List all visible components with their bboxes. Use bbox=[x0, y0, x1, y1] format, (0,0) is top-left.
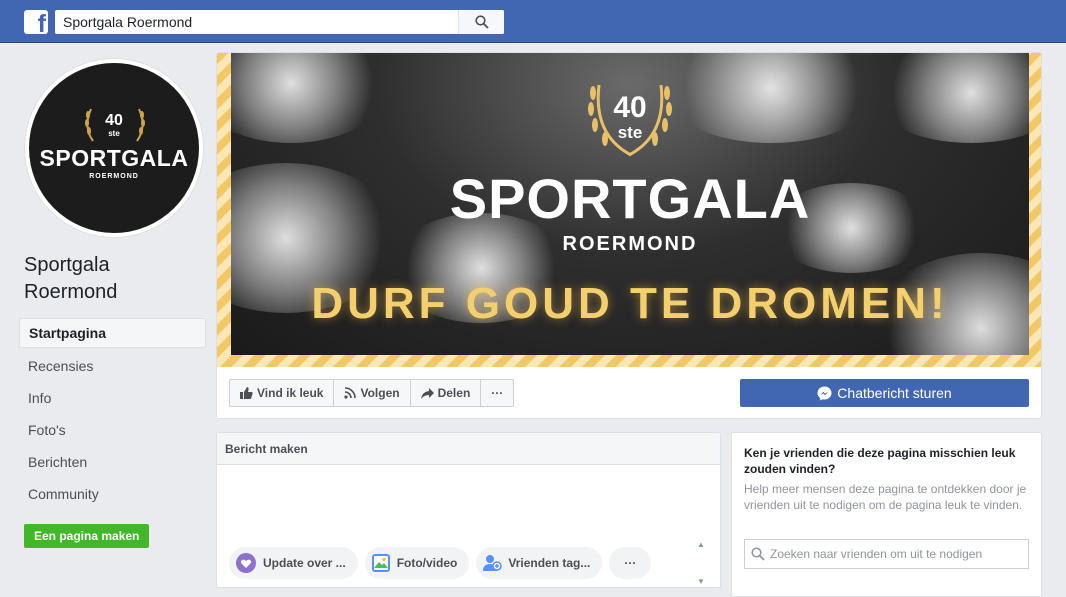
scroll-up-icon[interactable]: ▲ bbox=[697, 540, 705, 549]
top-bar: f Sportgala Roermond bbox=[0, 0, 1066, 43]
profile-number: 40 bbox=[105, 112, 123, 129]
follow-label: Volgen bbox=[360, 386, 400, 400]
cover-subtitle: ROERMOND bbox=[562, 233, 698, 255]
nav-item-startpagina[interactable]: Startpagina bbox=[19, 318, 206, 348]
profile-subtitle: ROERMOND bbox=[89, 173, 139, 180]
create-page-button[interactable]: Een pagina maken bbox=[24, 524, 150, 548]
invite-search-placeholder: Zoeken naar vrienden om uit te nodigen bbox=[770, 547, 983, 561]
profile-picture[interactable]: 40 ste SPORTGALA ROERMOND bbox=[24, 58, 204, 238]
invite-friends-card: Ken je vrienden die deze pagina misschie… bbox=[731, 432, 1042, 597]
cover-photo[interactable]: 40 ste SPORTGALA ROERMOND DURF GOUD TE D… bbox=[217, 53, 1041, 367]
send-message-label: Chatbericht sturen bbox=[837, 385, 952, 401]
nav-item-recensies[interactable]: Recensies bbox=[19, 350, 206, 382]
tag-friends-icon bbox=[483, 555, 503, 571]
follow-button[interactable]: Volgen bbox=[334, 380, 411, 406]
nav-item-berichten[interactable]: Berichten bbox=[19, 446, 206, 478]
invite-search-field[interactable]: Zoeken naar vrienden om uit te nodigen bbox=[744, 539, 1029, 569]
tag-friends-label: Vrienden tag... bbox=[508, 556, 591, 570]
nav-item-info[interactable]: Info bbox=[19, 382, 206, 414]
send-message-button[interactable]: Chatbericht sturen bbox=[740, 379, 1029, 407]
cover-title: SPORTGALA bbox=[449, 167, 811, 230]
profile-title: SPORTGALA bbox=[39, 145, 189, 171]
nav-item-community[interactable]: Community bbox=[19, 478, 206, 510]
rss-icon bbox=[344, 387, 357, 399]
update-option-button[interactable]: Update over ... bbox=[229, 547, 358, 579]
cover-image: 40 ste SPORTGALA ROERMOND DURF GOUD TE D… bbox=[231, 53, 1029, 355]
invite-description: Help meer mensen deze pagina te ontdekke… bbox=[744, 482, 1027, 512]
share-button[interactable]: Delen bbox=[411, 380, 482, 406]
search-icon bbox=[474, 15, 489, 29]
page-actions: Vind ik leuk Volgen Delen ··· bbox=[229, 379, 515, 407]
photo-icon bbox=[371, 554, 390, 572]
cover-suffix: ste bbox=[617, 123, 643, 142]
photo-video-label: Foto/video bbox=[396, 556, 458, 570]
page-nav: Startpagina Recensies Info Foto's Berich… bbox=[19, 318, 206, 510]
cover-card: 40 ste SPORTGALA ROERMOND DURF GOUD TE D… bbox=[216, 52, 1042, 419]
update-icon bbox=[236, 553, 256, 573]
more-actions-button[interactable]: ··· bbox=[481, 380, 513, 406]
post-composer: Bericht maken Update over ... Foto/video… bbox=[216, 432, 721, 588]
profile-suffix: ste bbox=[108, 129, 120, 138]
search-input[interactable]: Sportgala Roermond bbox=[55, 14, 458, 30]
invite-title: Ken je vrienden die deze pagina misschie… bbox=[744, 446, 1016, 476]
search-bar[interactable]: Sportgala Roermond bbox=[55, 10, 504, 34]
search-icon bbox=[751, 547, 765, 561]
facebook-logo-icon[interactable]: f bbox=[24, 10, 48, 34]
page-title[interactable]: Sportgala Roermond bbox=[24, 252, 204, 306]
cover-number: 40 bbox=[613, 91, 647, 124]
messenger-icon bbox=[817, 385, 832, 401]
profile-logo: 40 ste SPORTGALA ROERMOND bbox=[29, 63, 199, 233]
update-option-label: Update over ... bbox=[263, 556, 346, 570]
composer-header: Bericht maken bbox=[217, 433, 720, 465]
thumbs-up-icon bbox=[240, 387, 253, 399]
photo-video-button[interactable]: Foto/video bbox=[364, 547, 470, 579]
nav-item-fotos[interactable]: Foto's bbox=[19, 414, 206, 446]
tag-friends-button[interactable]: Vrienden tag... bbox=[476, 547, 603, 579]
like-button[interactable]: Vind ik leuk bbox=[230, 380, 335, 406]
composer-more-button[interactable]: ··· bbox=[609, 547, 652, 579]
share-arrow-icon bbox=[420, 387, 434, 399]
composer-options: Update over ... Foto/video Vrienden tag.… bbox=[229, 547, 658, 579]
cover-slogan: DURF GOUD TE DROMEN! bbox=[311, 279, 949, 328]
scroll-down-icon[interactable]: ▼ bbox=[697, 577, 705, 586]
composer-scrollbar[interactable]: ▲ ▼ bbox=[695, 540, 707, 586]
facebook-logo-letter: f bbox=[37, 10, 46, 35]
search-button[interactable] bbox=[458, 10, 504, 34]
like-label: Vind ik leuk bbox=[257, 386, 324, 400]
share-label: Delen bbox=[437, 386, 471, 400]
